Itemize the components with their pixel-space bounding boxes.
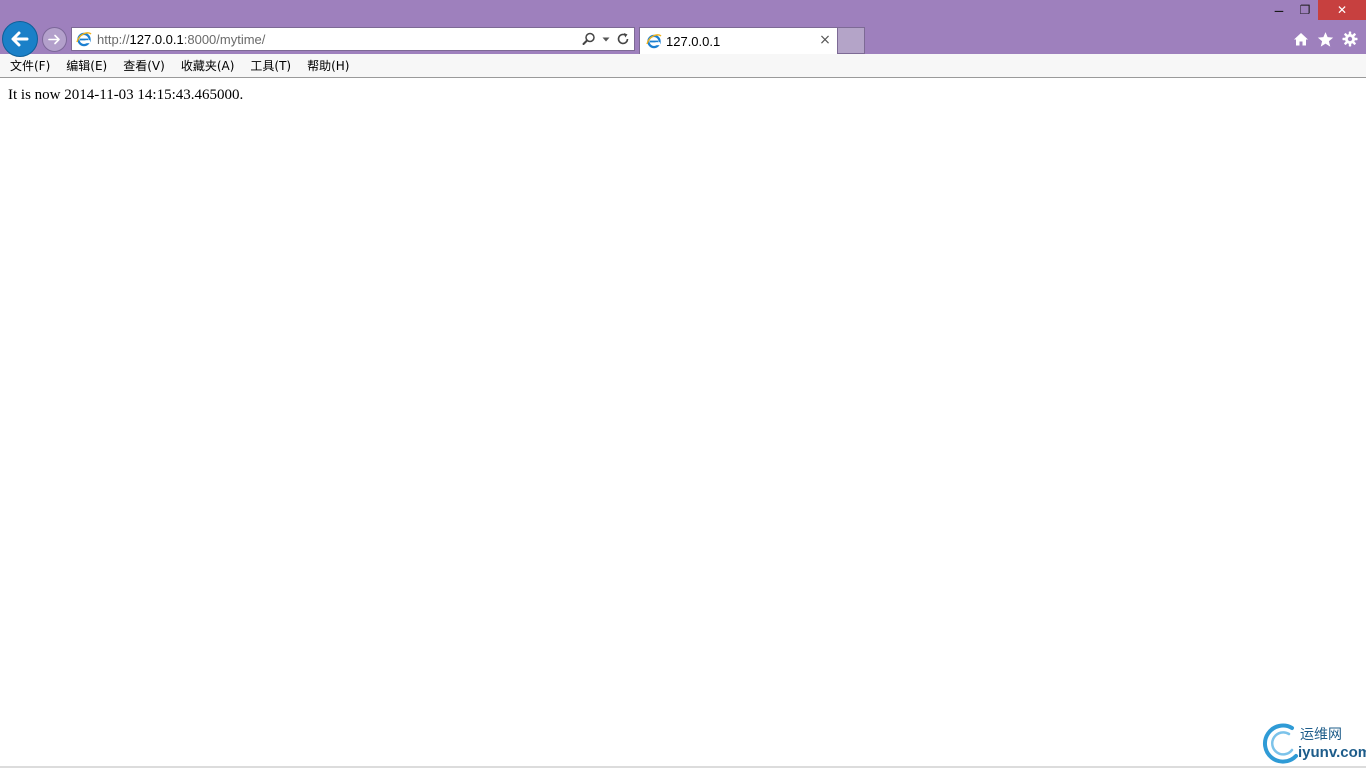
address-bar[interactable]: http://127.0.0.1:8000/mytime/ — [71, 27, 635, 51]
watermark-en-text: iyunv.com — [1298, 744, 1366, 761]
url-host: 127.0.0.1 — [129, 31, 184, 47]
gear-icon — [1342, 31, 1358, 47]
forward-button[interactable] — [42, 27, 67, 52]
menu-edit[interactable]: 编辑(E) — [60, 57, 113, 74]
watermark-cn-text: 运维网 — [1300, 727, 1342, 743]
browser-chrome: ‒ ❐ ✕ http://127.0.0.1:8000/mytime/ 127.… — [0, 0, 1366, 57]
back-button[interactable] — [2, 21, 38, 57]
menu-bar: 文件(F) 编辑(E) 查看(V) 收藏夹(A) 工具(T) 帮助(H) — [0, 54, 1366, 78]
close-icon: ✕ — [1336, 3, 1348, 17]
tab-127-0-0-1[interactable]: 127.0.0.1 × — [639, 27, 838, 54]
menu-favorites[interactable]: 收藏夹(A) — [175, 57, 241, 74]
back-arrow-icon — [11, 31, 29, 47]
address-text[interactable]: http://127.0.0.1:8000/mytime/ — [97, 32, 265, 47]
forward-arrow-icon — [48, 34, 60, 45]
menu-file[interactable]: 文件(F) — [4, 57, 56, 74]
watermark-logo-icon — [1262, 723, 1298, 764]
menu-view[interactable]: 查看(V) — [117, 57, 171, 74]
url-path: :8000/mytime/ — [183, 31, 266, 47]
tools-button[interactable] — [1340, 29, 1360, 49]
refresh-icon[interactable] — [616, 32, 630, 46]
restore-icon: ❐ — [1299, 3, 1311, 17]
site-watermark: 运维网 iyunv.com — [1262, 722, 1366, 766]
address-tools — [582, 31, 630, 47]
home-button[interactable] — [1291, 29, 1311, 49]
menu-help[interactable]: 帮助(H) — [301, 57, 355, 74]
minimize-button[interactable]: ‒ — [1266, 0, 1292, 20]
page-content-text: It is now 2014-11-03 14:15:43.465000. — [8, 87, 244, 103]
tab-title: 127.0.0.1 — [666, 33, 721, 49]
tab-close-button[interactable]: × — [818, 33, 832, 47]
ie-logo-icon — [646, 34, 662, 49]
search-icon[interactable] — [582, 32, 596, 46]
menu-tools[interactable]: 工具(T) — [244, 57, 297, 74]
favorites-star-icon — [1317, 31, 1333, 47]
new-tab-button[interactable] — [838, 27, 865, 54]
minimize-icon: ‒ — [1273, 0, 1285, 20]
restore-button[interactable]: ❐ — [1292, 0, 1318, 20]
home-icon — [1294, 33, 1308, 46]
dropdown-icon[interactable] — [602, 32, 610, 46]
ie-logo-icon — [76, 32, 92, 47]
url-scheme: http:// — [97, 31, 130, 47]
close-window-button[interactable]: ✕ — [1318, 0, 1366, 20]
favorites-button[interactable] — [1315, 29, 1335, 49]
